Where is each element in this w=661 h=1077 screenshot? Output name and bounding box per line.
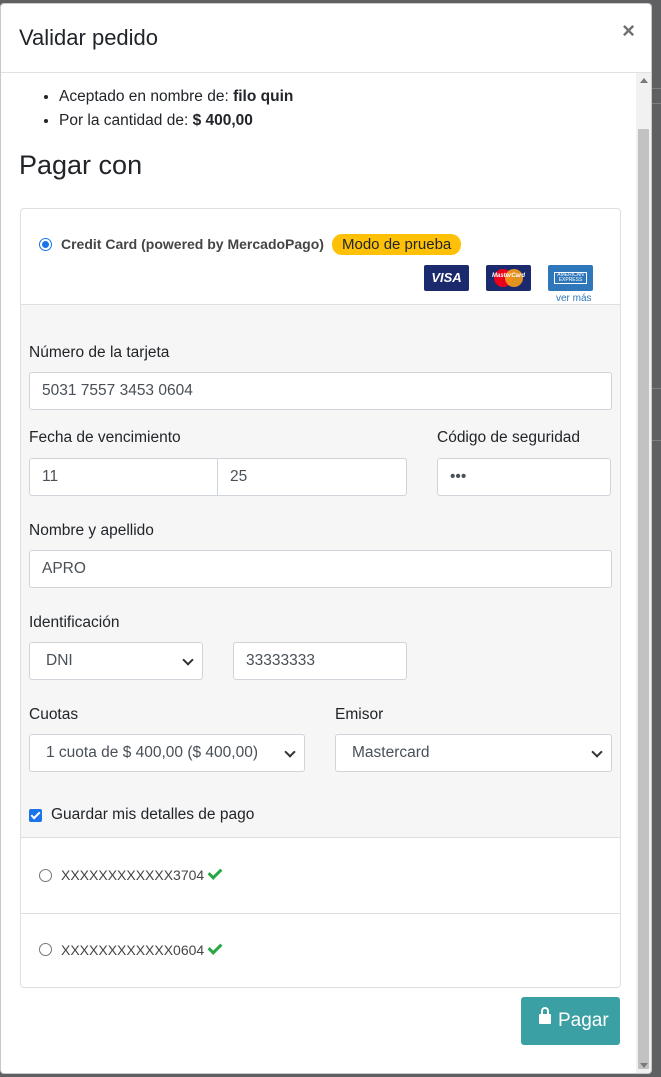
expiry-year-input[interactable]: 25 — [217, 458, 407, 496]
card-form: Número de la tarjeta 5031 7557 3453 0604… — [21, 305, 620, 838]
security-code-label: Código de seguridad — [437, 429, 581, 446]
installments-label: Cuotas — [29, 706, 79, 723]
amex-logo: AMERICAN EXPRESS — [548, 265, 593, 291]
issuer-select[interactable]: Mastercard — [335, 734, 612, 772]
installments-select[interactable]: 1 cuota de $ 400,00 ($ 400,00) — [29, 734, 305, 772]
id-type-select[interactable]: DNI — [29, 642, 203, 680]
mastercard-text: MasterCard — [492, 273, 526, 279]
amount-value: $ 400,00 — [192, 112, 253, 129]
save-details-checkbox[interactable] — [29, 809, 42, 822]
accepted-prefix: Aceptado en nombre de: — [59, 88, 229, 105]
pay-button-label: Pagar — [558, 1010, 609, 1031]
check-icon — [207, 865, 223, 880]
saved-card-option[interactable]: XXXXXXXXXXXX3704 — [21, 839, 620, 914]
amount-prefix: Por la cantidad de: — [59, 112, 189, 129]
saved-card-radio[interactable] — [39, 869, 52, 882]
saved-card-label: XXXXXXXXXXXX0604 — [61, 942, 205, 958]
save-details-label: Guardar mis detalles de pago — [51, 806, 255, 823]
close-icon[interactable]: × — [622, 20, 635, 42]
visa-logo: VISA — [424, 265, 469, 291]
issuer-label: Emisor — [335, 706, 384, 723]
id-number-input[interactable]: 33333333 — [233, 642, 407, 680]
mastercard-logo: MasterCard — [486, 265, 531, 291]
amex-text: AMERICAN EXPRESS — [554, 272, 587, 284]
saved-card-label: XXXXXXXXXXXX3704 — [61, 867, 205, 883]
modal-title: Validar pedido — [19, 25, 159, 50]
acquirer-radio[interactable] — [39, 238, 52, 251]
cardholder-name-input[interactable]: APRO — [29, 550, 612, 588]
name-label: Nombre y apellido — [29, 522, 154, 539]
acquirer-label: Credit Card (powered by MercadoPago) — [61, 236, 324, 252]
more-cards-link[interactable]: ver más — [556, 293, 592, 304]
expiry-label: Fecha de vencimiento — [29, 429, 181, 446]
saved-card-option[interactable]: XXXXXXXXXXXX0604 — [21, 914, 620, 987]
test-mode-badge: Modo de prueba — [332, 234, 462, 255]
scroll-down-arrow[interactable] — [636, 1058, 651, 1073]
modal-scrollbar[interactable] — [636, 73, 651, 1073]
saved-card-radio[interactable] — [39, 943, 52, 956]
payment-methods-card: Credit Card (powered by MercadoPago) Mod… — [20, 208, 621, 988]
modal-body: Aceptado en nombre de: filo quin Por la … — [1, 73, 637, 1073]
id-label: Identificación — [29, 614, 120, 631]
summary-accepted: Aceptado en nombre de: filo quin — [59, 85, 293, 109]
acquirer-option[interactable]: Credit Card (powered by MercadoPago) Mod… — [21, 209, 620, 305]
pay-button[interactable]: Pagar — [521, 997, 620, 1045]
validate-order-modal: Validar pedido × Aceptado en nombre de: … — [0, 3, 652, 1074]
order-summary: Aceptado en nombre de: filo quin Por la … — [59, 85, 293, 133]
scroll-up-arrow[interactable] — [636, 73, 651, 88]
lock-icon — [539, 1007, 551, 1024]
security-code-input[interactable]: ••• — [437, 458, 611, 496]
accepted-name: filo quin — [233, 88, 294, 105]
expiry-month-input[interactable]: 11 — [29, 458, 219, 496]
modal-header: Validar pedido × — [1, 4, 651, 73]
card-number-label: Número de la tarjeta — [29, 344, 170, 361]
summary-amount: Por la cantidad de: $ 400,00 — [59, 109, 293, 133]
card-number-input[interactable]: 5031 7557 3453 0604 — [29, 372, 612, 410]
pay-with-heading: Pagar con — [19, 150, 143, 180]
check-icon — [207, 940, 223, 955]
scrollbar-thumb[interactable] — [638, 129, 649, 1069]
